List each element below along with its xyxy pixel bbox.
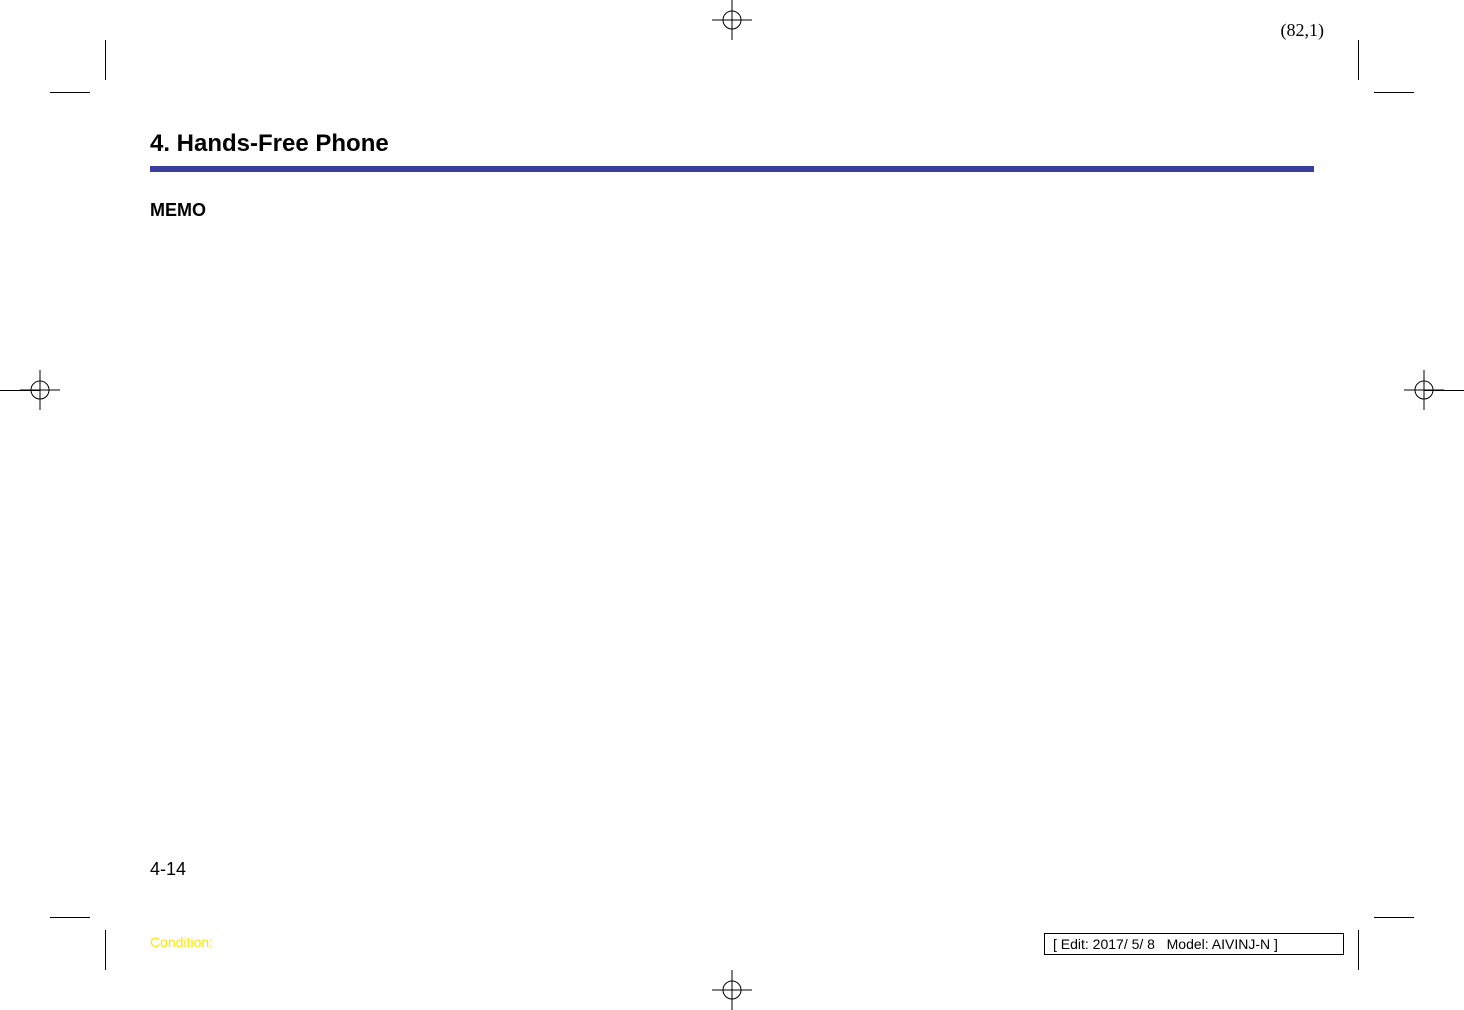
content-area: 4. Hands-Free Phone MEMO — [150, 130, 1314, 221]
crop-tick — [1374, 917, 1414, 918]
section-title: 4. Hands-Free Phone — [150, 130, 1314, 158]
crop-tick — [105, 40, 106, 80]
registration-mark-icon — [712, 0, 752, 40]
page-coordinate: (82,1) — [1281, 20, 1325, 41]
edit-info-box: [ Edit: 2017/ 5/ 8 Model: AIVINJ-N ] — [1044, 933, 1344, 955]
crop-tick — [1358, 40, 1359, 80]
crop-tick — [50, 92, 90, 93]
registration-mark-icon — [1404, 370, 1444, 410]
page: (82,1) 4. Hands-Free Phone MEMO 4-14 Con… — [0, 0, 1464, 1010]
memo-heading: MEMO — [150, 200, 1314, 221]
crop-tick — [1374, 92, 1414, 93]
crop-tick — [50, 917, 90, 918]
crop-tick — [105, 930, 106, 970]
horizontal-rule — [150, 166, 1314, 172]
registration-mark-icon — [712, 970, 752, 1010]
condition-label: Condition: — [150, 934, 213, 950]
crop-tick — [1358, 930, 1359, 970]
page-number: 4-14 — [150, 859, 186, 880]
registration-mark-icon — [20, 370, 60, 410]
